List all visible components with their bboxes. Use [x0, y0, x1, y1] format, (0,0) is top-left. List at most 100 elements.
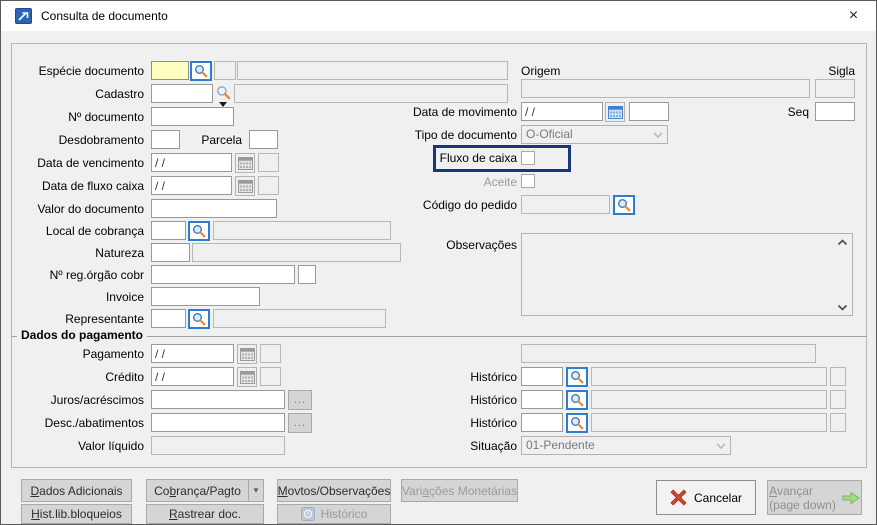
historico-button[interactable]: Histórico — [277, 504, 391, 524]
tipo-documento-label: Tipo de documento — [414, 128, 517, 142]
juros-input[interactable] — [151, 390, 285, 409]
observacoes-textarea[interactable] — [521, 233, 853, 316]
aceite-checkbox[interactable] — [521, 174, 535, 188]
credito-calendar-button[interactable] — [237, 367, 257, 387]
valor-documento-input[interactable] — [151, 199, 277, 218]
historico2-label: Histórico — [470, 393, 517, 407]
calendar-icon — [239, 370, 255, 384]
historico2-description-display — [591, 390, 827, 409]
parcela-input[interactable] — [249, 130, 278, 149]
search-icon — [618, 199, 631, 212]
scroll-down-icon[interactable] — [837, 304, 848, 311]
natureza-input[interactable] — [151, 243, 190, 262]
codigo-pedido-lookup-button[interactable] — [613, 195, 635, 215]
pagamento-calendar-button[interactable] — [237, 344, 257, 364]
credito-extra-display — [260, 367, 281, 386]
credito-date-input[interactable] — [151, 367, 234, 386]
desdobramento-input[interactable] — [151, 130, 180, 149]
variacoes-monetarias-button[interactable]: Vari a ções Monetárias — [401, 479, 518, 502]
desc-input[interactable] — [151, 413, 285, 432]
scroll-up-icon[interactable] — [837, 239, 848, 246]
historico2-lookup-button[interactable] — [566, 390, 588, 410]
data-movimento-input[interactable] — [521, 102, 603, 121]
valor-liquido-label: Valor líquido — [78, 439, 144, 453]
close-icon[interactable]: × — [831, 1, 876, 31]
search-icon — [193, 313, 206, 326]
representante-lookup-button[interactable] — [188, 309, 210, 329]
local-cobranca-lookup-button[interactable] — [188, 221, 210, 241]
codigo-pedido-display — [521, 195, 610, 214]
search-icon — [571, 371, 584, 384]
local-cobranca-label: Local de cobrança — [45, 224, 144, 238]
data-fluxo-calendar-button[interactable] — [235, 176, 255, 196]
dados-adicionais-button[interactable]: Dados Adicionais — [21, 479, 132, 502]
dados-pagamento-title: Dados do pagamento — [17, 328, 148, 342]
num-reg-orgao-extra-input[interactable] — [298, 265, 316, 284]
parcela-label: Parcela — [201, 133, 242, 147]
data-movimento-calendar-button[interactable] — [605, 102, 625, 122]
movtos-observacoes-button[interactable]: Movtos/Observações — [277, 479, 391, 502]
avancar-button[interactable]: Avançar (page down) — [767, 480, 862, 515]
codigo-pedido-label: Código do pedido — [422, 198, 517, 212]
valor-liquido-display — [151, 436, 285, 455]
seq-input[interactable] — [815, 102, 855, 121]
data-fluxo-caixa-input[interactable] — [151, 176, 232, 195]
historico1-input[interactable] — [521, 367, 563, 386]
seq-label: Seq — [787, 105, 809, 119]
origem-display — [521, 79, 810, 98]
local-cobranca-input[interactable] — [151, 221, 186, 240]
juros-label: Juros/acréscimos — [50, 393, 144, 407]
historico-button-label: Histórico — [320, 507, 368, 521]
historico3-lookup-button[interactable] — [566, 413, 588, 433]
fluxo-caixa-label: Fluxo de caixa — [439, 151, 517, 165]
window-title: Consulta de documento — [41, 9, 168, 23]
especie-documento-label: Espécie documento — [38, 64, 144, 78]
observacoes-label: Observações — [446, 238, 517, 252]
calendar-icon — [237, 179, 253, 193]
representante-input[interactable] — [151, 309, 186, 328]
desc-more-button[interactable]: ... — [288, 413, 312, 433]
cancelar-button[interactable]: Cancelar — [656, 480, 756, 515]
cobranca-pagto-dropdown-button[interactable]: ▾ — [248, 479, 264, 502]
dialog-consulta-documento: Consulta de documento × Espécie document… — [0, 0, 877, 525]
fluxo-caixa-checkbox[interactable] — [521, 151, 535, 165]
especie-lookup-button[interactable] — [190, 61, 212, 81]
juros-more-button[interactable]: ... — [288, 390, 312, 410]
situacao-select: 01-Pendente — [521, 436, 731, 455]
tipo-documento-value: O-Oficial — [526, 127, 573, 141]
data-movimento-extra-input[interactable] — [629, 102, 669, 121]
historico1-lookup-button[interactable] — [566, 367, 588, 387]
especie-description-display — [237, 61, 508, 80]
app-icon — [15, 8, 32, 24]
situacao-label: Situação — [470, 439, 517, 453]
num-documento-input[interactable] — [151, 107, 234, 126]
pagamento-date-input[interactable] — [151, 344, 234, 363]
invoice-input[interactable] — [151, 287, 260, 306]
data-movimento-label: Data de movimento — [412, 105, 517, 119]
calendar-icon — [607, 105, 623, 119]
cobranca-pagto-button[interactable]: Co b rança/Pagto — [146, 479, 249, 502]
data-vencimento-input[interactable] — [151, 153, 232, 172]
search-icon — [193, 225, 206, 238]
sigla-display — [815, 79, 855, 98]
cadastro-search-icon[interactable] — [216, 85, 232, 100]
cadastro-label: Cadastro — [95, 87, 144, 101]
especie-documento-input[interactable] — [151, 61, 189, 80]
historico1-extra-display — [830, 367, 846, 386]
historico3-extra-display — [830, 413, 846, 432]
pagamento-extra-display — [260, 344, 281, 363]
avancar-button-label: Avançar — [769, 483, 813, 498]
data-vencimento-calendar-button[interactable] — [235, 153, 255, 173]
num-reg-orgao-label: Nº reg.órgão cobr — [49, 268, 144, 282]
historico3-input[interactable] — [521, 413, 563, 432]
hist-lib-bloqueios-button[interactable]: Hist.lib.bloqueios — [21, 504, 132, 524]
cadastro-input[interactable] — [151, 84, 213, 103]
historico2-input[interactable] — [521, 390, 563, 409]
num-reg-orgao-input[interactable] — [151, 265, 295, 284]
data-fluxo-caixa-label: Data de fluxo caixa — [41, 179, 144, 193]
desdobramento-label: Desdobramento — [58, 133, 144, 147]
aceite-label: Aceite — [483, 175, 517, 189]
rastrear-doc-button[interactable]: Rastrear doc. — [146, 504, 264, 524]
tipo-documento-select: O-Oficial — [521, 125, 668, 144]
titlebar: Consulta de documento — [1, 1, 876, 31]
